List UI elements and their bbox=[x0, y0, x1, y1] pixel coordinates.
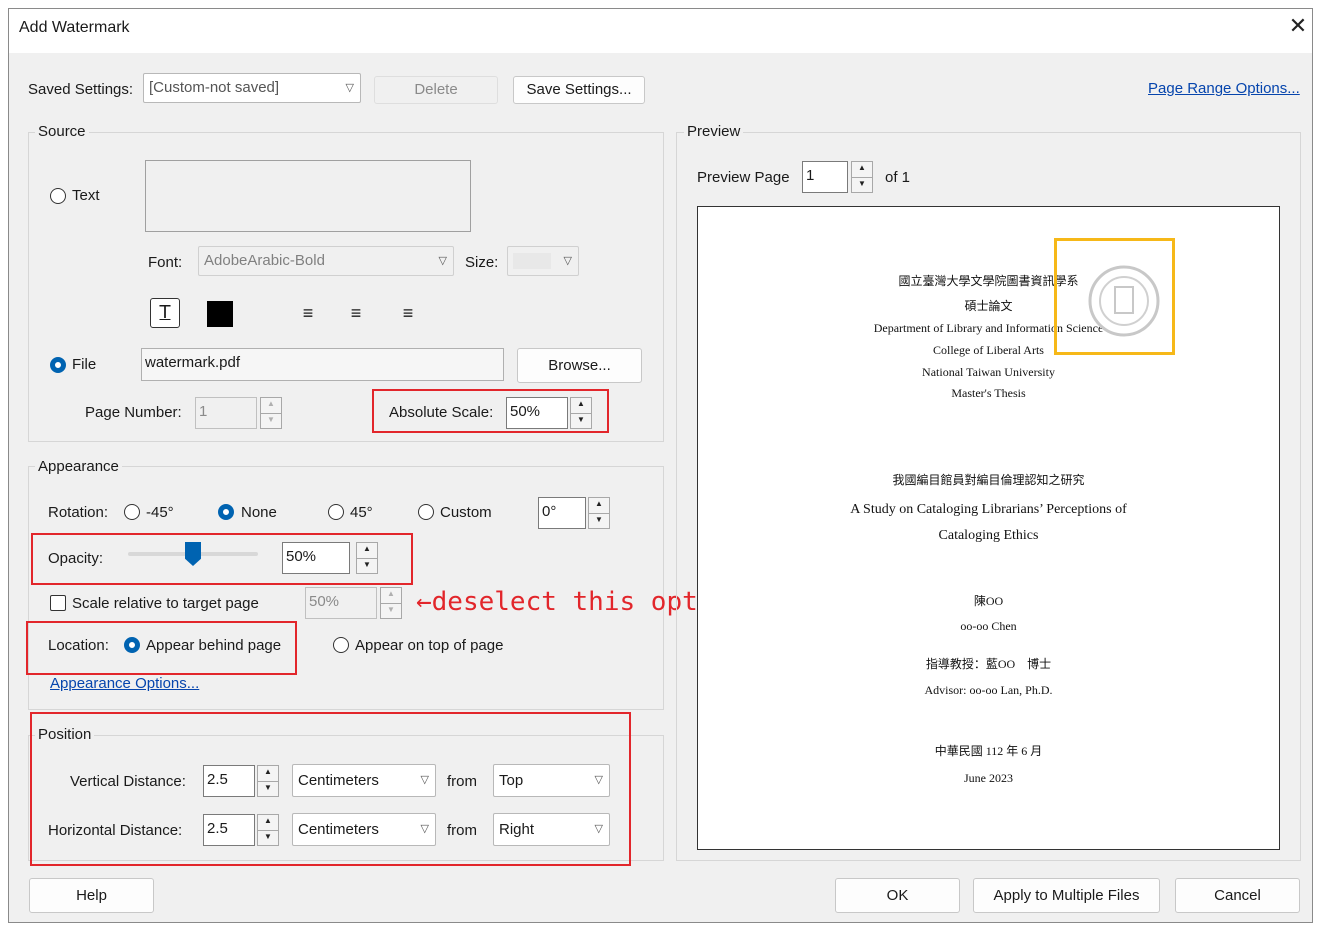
spin-down-icon[interactable]: ▼ bbox=[852, 177, 872, 192]
browse-button[interactable]: Browse... bbox=[517, 348, 642, 383]
spin-down-icon[interactable]: ▼ bbox=[589, 513, 609, 528]
page-number-spinner[interactable]: ▲ ▼ bbox=[260, 397, 282, 429]
chevron-down-icon: ▽ bbox=[438, 255, 447, 267]
spin-down-icon[interactable]: ▼ bbox=[381, 603, 401, 618]
file-path-field[interactable]: watermark.pdf bbox=[141, 348, 504, 381]
doc-line: 中華民國 112 年 6 月 bbox=[934, 744, 1043, 758]
doc-line: June 2023 bbox=[964, 771, 1013, 785]
file-option-label: File bbox=[72, 356, 97, 373]
rotation-custom-label: Custom bbox=[440, 504, 492, 521]
font-value: AdobeArabic-Bold bbox=[204, 252, 325, 269]
apply-multiple-files-button[interactable]: Apply to Multiple Files bbox=[973, 878, 1160, 913]
spin-up-icon[interactable]: ▲ bbox=[381, 588, 401, 603]
color-swatch-icon[interactable] bbox=[207, 301, 233, 327]
highlight-watermark-position bbox=[1054, 238, 1175, 355]
chevron-down-icon: ▽ bbox=[563, 255, 572, 267]
preview-heading: Preview bbox=[684, 123, 744, 140]
align-right-icon[interactable]: ≡ bbox=[393, 298, 423, 328]
rotation-45-radio[interactable] bbox=[328, 504, 344, 520]
appearance-heading: Appearance bbox=[35, 458, 122, 475]
scale-relative-field[interactable]: 50% bbox=[305, 587, 377, 619]
doc-line: Cataloging Ethics bbox=[938, 528, 1039, 543]
page-range-options-link[interactable]: Page Range Options... bbox=[1148, 80, 1300, 97]
spin-up-icon[interactable]: ▲ bbox=[589, 498, 609, 513]
rotation-45-label: 45° bbox=[350, 504, 373, 521]
size-label: Size: bbox=[465, 254, 499, 271]
size-dropdown[interactable]: ▽ bbox=[507, 246, 579, 276]
font-dropdown[interactable]: AdobeArabic-Bold ▽ bbox=[198, 246, 454, 276]
scale-relative-label: Scale relative to target page bbox=[72, 595, 259, 612]
preview-page-field[interactable]: 1 bbox=[802, 161, 848, 193]
doc-line: 國立臺灣大學文學院圖書資訊學系 bbox=[898, 274, 1079, 288]
doc-line: 我國編目館員對編目倫理認知之研究 bbox=[892, 473, 1085, 487]
text-option-label: Text bbox=[72, 187, 100, 204]
delete-button[interactable]: Delete bbox=[374, 76, 498, 104]
spin-down-icon[interactable]: ▼ bbox=[261, 413, 281, 428]
highlight-position bbox=[30, 712, 631, 866]
size-swatch bbox=[513, 253, 551, 269]
highlight-absolute-scale bbox=[372, 389, 609, 433]
appear-on-top-radio[interactable] bbox=[333, 637, 349, 653]
cancel-button[interactable]: Cancel bbox=[1175, 878, 1300, 913]
rotation-neg45-radio[interactable] bbox=[124, 504, 140, 520]
page-number-field[interactable]: 1 bbox=[195, 397, 257, 429]
saved-settings-value: [Custom-not saved] bbox=[149, 79, 280, 96]
highlight-location bbox=[26, 621, 297, 675]
ok-button[interactable]: OK bbox=[835, 878, 960, 913]
rotation-none-label: None bbox=[241, 504, 277, 521]
text-radio[interactable] bbox=[50, 188, 66, 204]
preview-page-count: of 1 bbox=[885, 169, 911, 186]
preview-page-spinner[interactable]: ▲ ▼ bbox=[851, 161, 873, 193]
scale-relative-checkbox[interactable] bbox=[50, 595, 66, 611]
doc-line: A Study on Cataloging Librarians’ Percep… bbox=[850, 502, 1127, 517]
help-button[interactable]: Help bbox=[29, 878, 154, 913]
watermark-text-area[interactable] bbox=[145, 160, 471, 232]
title-bar bbox=[9, 9, 1312, 53]
close-icon[interactable]: ✕ bbox=[1286, 15, 1310, 39]
align-left-icon[interactable]: ≡ bbox=[293, 298, 323, 328]
doc-line: Department of Library and Information Sc… bbox=[873, 321, 1104, 335]
rotation-neg45-label: -45° bbox=[146, 504, 174, 521]
page-number-label: Page Number: bbox=[85, 404, 182, 421]
doc-line: 陳OO bbox=[973, 594, 1004, 608]
preview-page-label: Preview Page bbox=[697, 169, 790, 186]
font-label: Font: bbox=[148, 254, 183, 271]
doc-line: National Taiwan University bbox=[922, 365, 1055, 379]
chevron-down-icon: ▽ bbox=[345, 82, 354, 94]
appearance-options-link[interactable]: Appearance Options... bbox=[50, 675, 199, 692]
doc-line: 指導教授：藍OO 博士 bbox=[925, 657, 1052, 671]
doc-line: College of Liberal Arts bbox=[933, 343, 1044, 357]
rotation-label: Rotation: bbox=[48, 504, 109, 521]
source-heading: Source bbox=[35, 123, 89, 140]
saved-settings-label: Saved Settings: bbox=[28, 81, 134, 98]
saved-settings-dropdown[interactable]: [Custom-not saved] ▽ bbox=[143, 73, 361, 103]
doc-line: oo-oo Chen bbox=[960, 619, 1017, 633]
rotation-custom-radio[interactable] bbox=[418, 504, 434, 520]
file-radio[interactable] bbox=[50, 357, 66, 373]
dialog-title: Add Watermark bbox=[19, 19, 130, 36]
align-center-icon[interactable]: ≡ bbox=[341, 298, 371, 328]
preview-document: 國立臺灣大學文學院圖書資訊學系 碩士論文 Department of Libra… bbox=[697, 206, 1280, 850]
rotation-spinner[interactable]: ▲ ▼ bbox=[588, 497, 610, 529]
text-underline-icon[interactable]: T bbox=[150, 298, 180, 328]
doc-line: 碩士論文 bbox=[964, 299, 1013, 313]
highlight-opacity bbox=[31, 533, 413, 585]
spin-up-icon[interactable]: ▲ bbox=[261, 398, 281, 413]
rotation-custom-field[interactable]: 0° bbox=[538, 497, 586, 529]
doc-line: Master's Thesis bbox=[951, 386, 1026, 400]
spin-up-icon[interactable]: ▲ bbox=[852, 162, 872, 177]
doc-line: Advisor: oo-oo Lan, Ph.D. bbox=[924, 683, 1053, 697]
appear-on-top-label: Appear on top of page bbox=[355, 637, 504, 654]
scale-relative-spinner[interactable]: ▲ ▼ bbox=[380, 587, 402, 619]
save-settings-button[interactable]: Save Settings... bbox=[513, 76, 645, 104]
rotation-none-radio[interactable] bbox=[218, 504, 234, 520]
